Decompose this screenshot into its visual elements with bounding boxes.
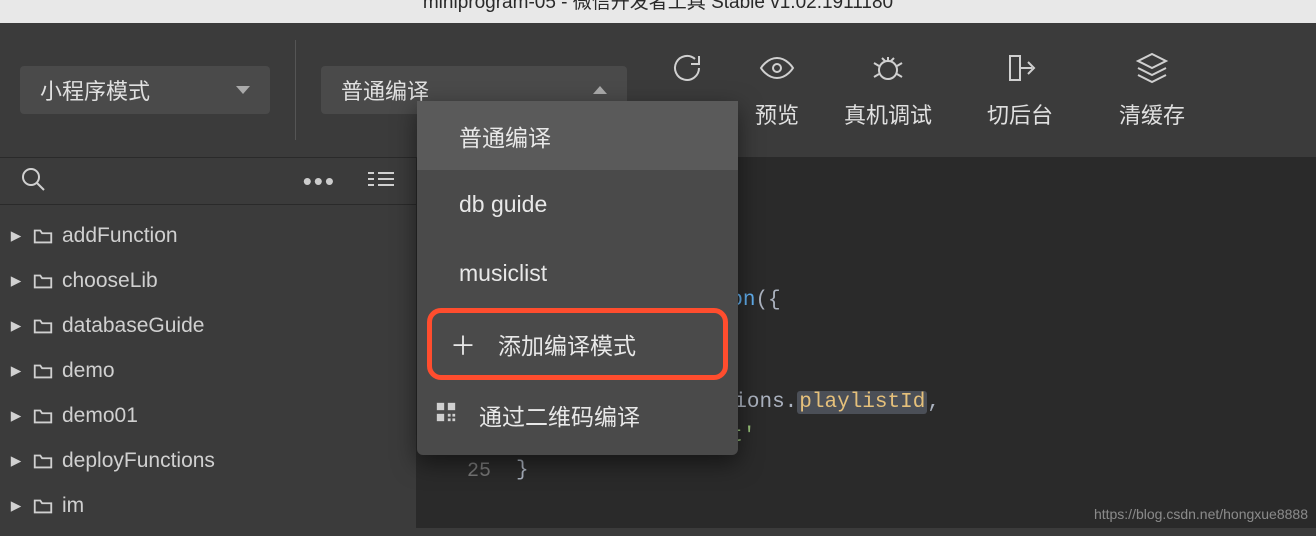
chevron-down-icon xyxy=(236,86,250,94)
remote-debug-button[interactable]: 真机调试 xyxy=(822,50,954,130)
refresh-icon xyxy=(669,50,705,86)
sidebar-header: ••• xyxy=(0,158,416,205)
folder-icon xyxy=(32,315,54,337)
tree-item-im[interactable]: ▸im xyxy=(0,483,416,528)
folder-icon xyxy=(32,270,54,292)
tree-item-demo01[interactable]: ▸demo01 xyxy=(0,393,416,438)
window-title: miniprogram-05 - 微信开发者工具 Stable v1.02.19… xyxy=(0,0,1316,23)
dropdown-item-normal[interactable]: 普通编译 xyxy=(417,101,738,170)
tree-item-chooseLib[interactable]: ▸chooseLib xyxy=(0,258,416,303)
tree-item-deployFunctions[interactable]: ▸deployFunctions xyxy=(0,438,416,483)
dropdown-item-add-mode[interactable]: ＋ 添加编译模式 xyxy=(427,308,728,380)
chevron-up-icon xyxy=(593,86,607,94)
compile-dropdown: 普通编译 db guide musiclist ＋ 添加编译模式 通过二维码编译 xyxy=(417,101,738,455)
folder-icon xyxy=(32,360,54,382)
folder-icon xyxy=(32,225,54,247)
exit-icon xyxy=(1002,50,1038,86)
compile-select-label: 普通编译 xyxy=(341,74,429,106)
more-icon[interactable]: ••• xyxy=(303,166,336,197)
file-tree: ▸addFunction ▸chooseLib ▸databaseGuide ▸… xyxy=(0,205,416,536)
folder-icon xyxy=(32,495,54,517)
dropdown-item-dbguide[interactable]: db guide xyxy=(417,170,738,239)
plus-icon: ＋ xyxy=(450,326,476,363)
mode-select-label: 小程序模式 xyxy=(40,74,150,106)
layers-icon xyxy=(1134,50,1170,86)
toolbar-divider xyxy=(295,40,296,140)
search-icon[interactable] xyxy=(20,166,46,197)
sidebar: ••• ▸addFunction ▸chooseLib ▸databaseGui… xyxy=(0,158,416,528)
tree-item-demo[interactable]: ▸demo xyxy=(0,348,416,393)
tree-item-addFunction[interactable]: ▸addFunction xyxy=(0,213,416,258)
folder-icon xyxy=(32,405,54,427)
watermark: https://blog.csdn.net/hongxue8888 xyxy=(1094,506,1308,522)
dropdown-item-musiclist[interactable]: musiclist xyxy=(417,239,738,308)
outline-icon[interactable] xyxy=(366,169,396,194)
dropdown-item-qrcode[interactable]: 通过二维码编译 xyxy=(417,380,738,449)
bug-icon xyxy=(870,50,906,86)
mode-select[interactable]: 小程序模式 xyxy=(20,66,270,114)
preview-button[interactable]: 预览 xyxy=(732,50,822,130)
background-button[interactable]: 切后台 xyxy=(954,50,1086,130)
folder-icon xyxy=(32,450,54,472)
eye-icon xyxy=(759,50,795,86)
qrcode-icon xyxy=(435,401,457,429)
clear-cache-button[interactable]: 清缓存 xyxy=(1086,50,1218,130)
tree-item-databaseGuide[interactable]: ▸databaseGuide xyxy=(0,303,416,348)
